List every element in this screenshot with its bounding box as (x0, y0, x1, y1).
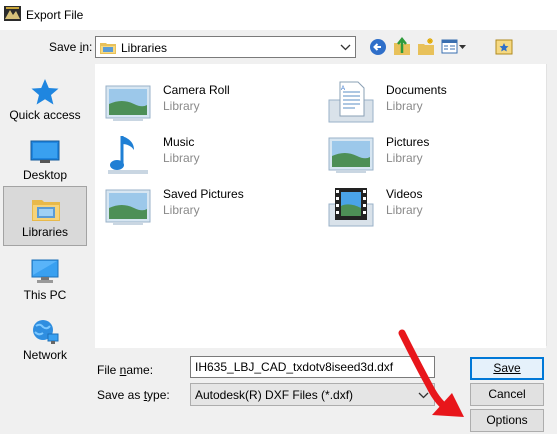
place-label: Desktop (22, 168, 68, 182)
list-item[interactable]: A Documents Library (327, 80, 537, 126)
picture-library-icon (328, 137, 374, 173)
place-label: Libraries (21, 225, 69, 239)
file-type: Library (386, 99, 423, 113)
place-label: Network (22, 348, 67, 362)
window-title: Export File (26, 8, 84, 22)
scrollbar[interactable] (546, 64, 557, 346)
svg-text:A: A (341, 86, 345, 92)
list-item[interactable]: Camera Roll Library (104, 80, 314, 126)
place-label: This PC (23, 288, 67, 302)
file-name: Documents (386, 83, 447, 97)
file-name: Saved Pictures (163, 187, 244, 201)
save-button-label: Save (493, 361, 521, 375)
file-type: Library (163, 151, 200, 165)
place-libraries[interactable]: Libraries (3, 186, 87, 246)
picture-library-icon (105, 189, 151, 225)
file-name: Videos (386, 187, 423, 201)
annotation-arrow (398, 329, 464, 417)
list-item[interactable]: Pictures Library (327, 132, 537, 178)
save-button[interactable]: Save (470, 357, 544, 380)
libraries-folder-icon (100, 43, 116, 54)
places-bar: Quick access Desktop Libraries This PC N… (0, 64, 92, 366)
file-type: Library (163, 203, 200, 217)
up-one-level-icon[interactable] (392, 37, 412, 57)
music-library-icon (108, 136, 148, 174)
file-type: Library (386, 151, 423, 165)
save-in-value: Libraries (121, 41, 168, 55)
star-icon (31, 79, 59, 105)
network-icon (33, 320, 59, 344)
place-this-pc[interactable]: This PC (3, 250, 87, 308)
title-bar: Export File (0, 0, 557, 30)
libraries-icon (32, 200, 60, 221)
save-in-dropdown[interactable]: Libraries (95, 36, 356, 58)
file-name: Music (163, 135, 195, 149)
place-quick-access[interactable]: Quick access (3, 70, 87, 128)
cancel-button[interactable]: Cancel (470, 383, 544, 406)
list-item[interactable]: Music Library (104, 132, 314, 178)
options-button[interactable]: Options (470, 409, 544, 432)
view-menu-icon[interactable] (441, 37, 467, 57)
file-type: Library (386, 203, 423, 217)
document-library-icon: A (328, 81, 374, 123)
file-name: Camera Roll (163, 83, 230, 97)
back-icon[interactable] (369, 37, 387, 57)
file-name-label: File name: (97, 363, 154, 377)
desktop-icon (30, 140, 60, 163)
file-name: Pictures (386, 135, 430, 149)
video-library-icon (328, 188, 374, 227)
save-in-label: Save in: (49, 40, 93, 54)
file-list[interactable]: Camera Roll Library A Documents Library … (95, 64, 546, 348)
place-desktop[interactable]: Desktop (3, 130, 87, 188)
favorites-icon[interactable] (495, 37, 513, 57)
computer-icon (31, 259, 59, 283)
file-type: Library (163, 99, 200, 113)
place-network[interactable]: Network (3, 310, 87, 368)
list-item[interactable]: Saved Pictures Library (104, 184, 314, 230)
place-label: Quick access (9, 108, 81, 122)
app-icon (4, 6, 21, 21)
save-as-type-label: Save as type: (97, 388, 170, 402)
new-folder-icon[interactable] (416, 37, 436, 57)
picture-library-icon (105, 85, 151, 121)
chevron-down-icon (340, 44, 351, 51)
save-as-type-value: Autodesk(R) DXF Files (*.dxf) (195, 388, 354, 402)
list-item[interactable]: Videos Library (327, 184, 537, 230)
